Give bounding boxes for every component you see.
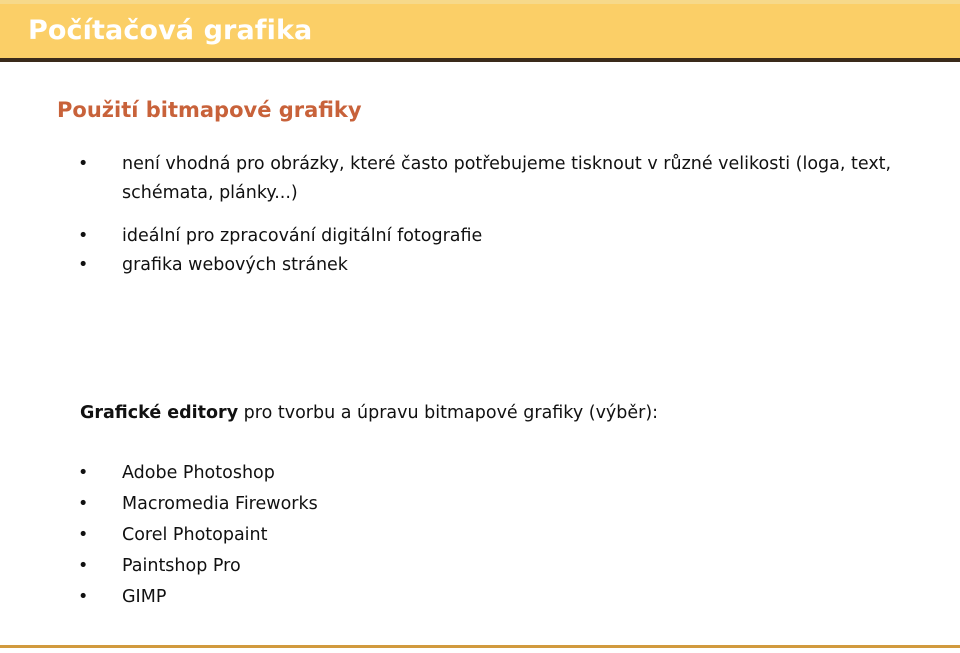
bullet-dot-icon: • xyxy=(78,226,89,246)
bullet-dot-icon: • xyxy=(78,556,89,576)
list-item: • Macromedia Fireworks xyxy=(0,489,960,520)
bullet-dot-icon: • xyxy=(78,154,89,174)
bullet-dot-icon: • xyxy=(78,463,89,483)
list-item-label: Adobe Photoshop xyxy=(122,463,275,483)
slide: Počítačová grafika Použití bitmapové gra… xyxy=(0,0,960,653)
list-item: • Paintshop Pro xyxy=(0,551,960,582)
list-item-label: Corel Photopaint xyxy=(122,525,268,545)
header-bottom-rule xyxy=(0,58,960,62)
list-item-label: Macromedia Fireworks xyxy=(122,494,318,514)
list-item: • GIMP xyxy=(0,582,960,613)
footer-rule xyxy=(0,645,960,648)
list-item-label: není vhodná pro obrázky, které často pot… xyxy=(122,154,892,203)
editors-bullet-list: • Adobe Photoshop • Macromedia Fireworks… xyxy=(0,458,960,613)
list-item-label: grafika webových stránek xyxy=(122,255,348,275)
list-item-label: ideální pro zpracování digitální fotogra… xyxy=(122,226,483,246)
list-item-label: Paintshop Pro xyxy=(122,556,241,576)
list-item: • ideální pro zpracování digitální fotog… xyxy=(0,222,960,251)
main-content: • není vhodná pro obrázky, které často p… xyxy=(0,150,960,280)
editors-list-wrap: • Adobe Photoshop • Macromedia Fireworks… xyxy=(0,458,960,613)
section-subtitle: Použití bitmapové grafiky xyxy=(57,98,362,122)
editors-heading-rest: pro tvorbu a úpravu bitmapové grafiky (v… xyxy=(238,403,659,423)
bullet-dot-icon: • xyxy=(78,494,89,514)
list-spacer xyxy=(0,208,960,222)
editors-heading-bold: Grafické editory xyxy=(80,403,239,423)
list-item: • není vhodná pro obrázky, které často p… xyxy=(0,150,960,208)
usage-bullet-list: • není vhodná pro obrázky, které často p… xyxy=(0,150,960,280)
page-title: Počítačová grafika xyxy=(28,15,313,46)
list-item: • Adobe Photoshop xyxy=(0,458,960,489)
list-item: • grafika webových stránek xyxy=(0,251,960,280)
bullet-dot-icon: • xyxy=(78,587,89,607)
bullet-dot-icon: • xyxy=(78,525,89,545)
list-item: • Corel Photopaint xyxy=(0,520,960,551)
editors-heading: Grafické editory pro tvorbu a úpravu bit… xyxy=(80,400,658,427)
bullet-dot-icon: • xyxy=(78,255,89,275)
list-item-label: GIMP xyxy=(122,587,167,607)
